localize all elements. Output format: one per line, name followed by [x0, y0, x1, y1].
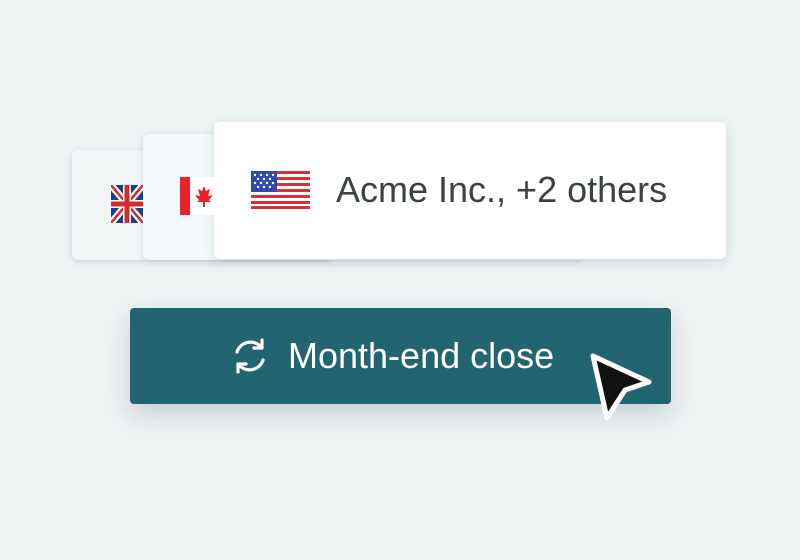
month-end-close-label: Month-end close	[288, 335, 555, 376]
entity-selector-label: Acme Inc., +2 others	[336, 169, 668, 210]
uk-flag-icon	[111, 185, 143, 223]
refresh-icon	[235, 338, 265, 374]
cursor-arrow-icon	[590, 353, 652, 421]
canada-flag-icon	[180, 177, 214, 215]
us-flag-icon	[251, 171, 310, 209]
